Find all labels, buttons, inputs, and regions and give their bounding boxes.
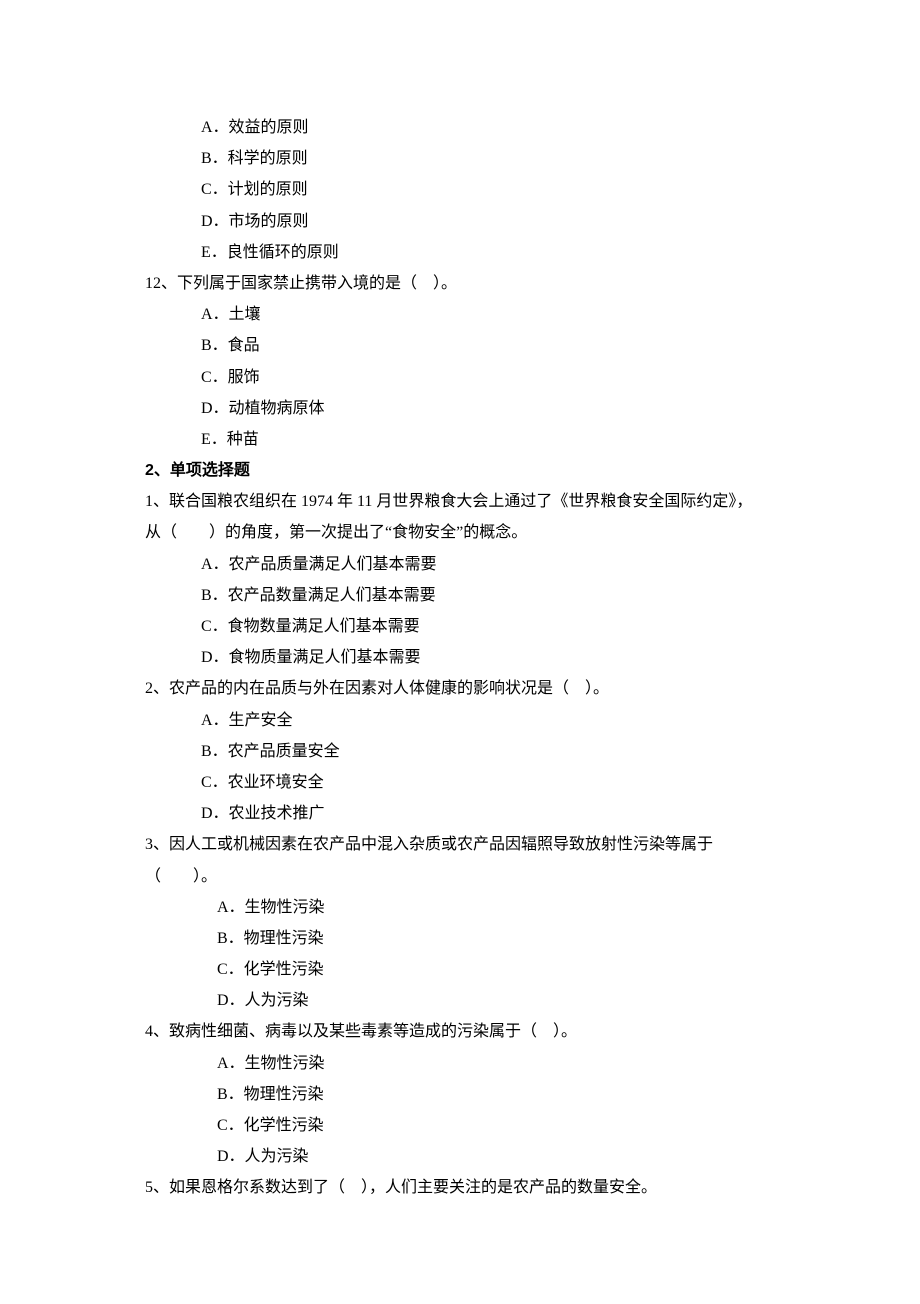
s2q4-stem: 4、致病性细菌、病毒以及某些毒素等造成的污染属于（ ）。 xyxy=(145,1016,780,1047)
s2q4-option-C: C．化学性污染 xyxy=(145,1110,780,1141)
s2q1-option-C: C．食物数量满足人们基本需要 xyxy=(145,611,780,642)
s2q1-option-B: B．农产品数量满足人们基本需要 xyxy=(145,580,780,611)
s2q5-stem: 5、如果恩格尔系数达到了（ ），人们主要关注的是农产品的数量安全。 xyxy=(145,1172,780,1203)
q11-option-C: C．计划的原则 xyxy=(145,174,780,205)
s2q3-option-B: B．物理性污染 xyxy=(145,923,780,954)
q11-option-D: D．市场的原则 xyxy=(145,206,780,237)
s2q4-option-A: A．生物性污染 xyxy=(145,1048,780,1079)
s2q3-option-A: A．生物性污染 xyxy=(145,892,780,923)
s2q3-option-C: C．化学性污染 xyxy=(145,954,780,985)
section-2-heading: 2、单项选择题 xyxy=(145,455,780,486)
s2q4-option-D: D．人为污染 xyxy=(145,1141,780,1172)
s2q2-stem: 2、农产品的内在品质与外在因素对人体健康的影响状况是（ ）。 xyxy=(145,673,780,704)
q11-option-E: E．良性循环的原则 xyxy=(145,237,780,268)
q11-option-A: A．效益的原则 xyxy=(145,112,780,143)
q11-option-B: B．科学的原则 xyxy=(145,143,780,174)
q12-stem: 12、下列属于国家禁止携带入境的是（ ）。 xyxy=(145,268,780,299)
q12-option-E: E．种苗 xyxy=(145,424,780,455)
s2q2-option-D: D．农业技术推广 xyxy=(145,798,780,829)
q12-option-D: D．动植物病原体 xyxy=(145,393,780,424)
s2q3-stem-line2: （ ）。 xyxy=(145,861,780,892)
s2q3-stem-line1: 3、因人工或机械因素在农产品中混入杂质或农产品因辐照导致放射性污染等属于 xyxy=(145,829,780,860)
s2q1-stem-line2: 从（ ）的角度，第一次提出了“食物安全”的概念。 xyxy=(145,517,780,548)
q12-option-C: C．服饰 xyxy=(145,362,780,393)
s2q1-option-A: A．农产品质量满足人们基本需要 xyxy=(145,549,780,580)
s2q1-option-D: D．食物质量满足人们基本需要 xyxy=(145,642,780,673)
s2q2-option-B: B．农产品质量安全 xyxy=(145,736,780,767)
q12-option-B: B．食品 xyxy=(145,330,780,361)
s2q1-stem-line1: 1、联合国粮农组织在 1974 年 11 月世界粮食大会上通过了《世界粮食安全国… xyxy=(145,486,780,517)
s2q3-option-D: D．人为污染 xyxy=(145,985,780,1016)
s2q2-option-C: C．农业环境安全 xyxy=(145,767,780,798)
q12-option-A: A．土壤 xyxy=(145,299,780,330)
s2q2-option-A: A．生产安全 xyxy=(145,705,780,736)
s2q4-option-B: B．物理性污染 xyxy=(145,1079,780,1110)
